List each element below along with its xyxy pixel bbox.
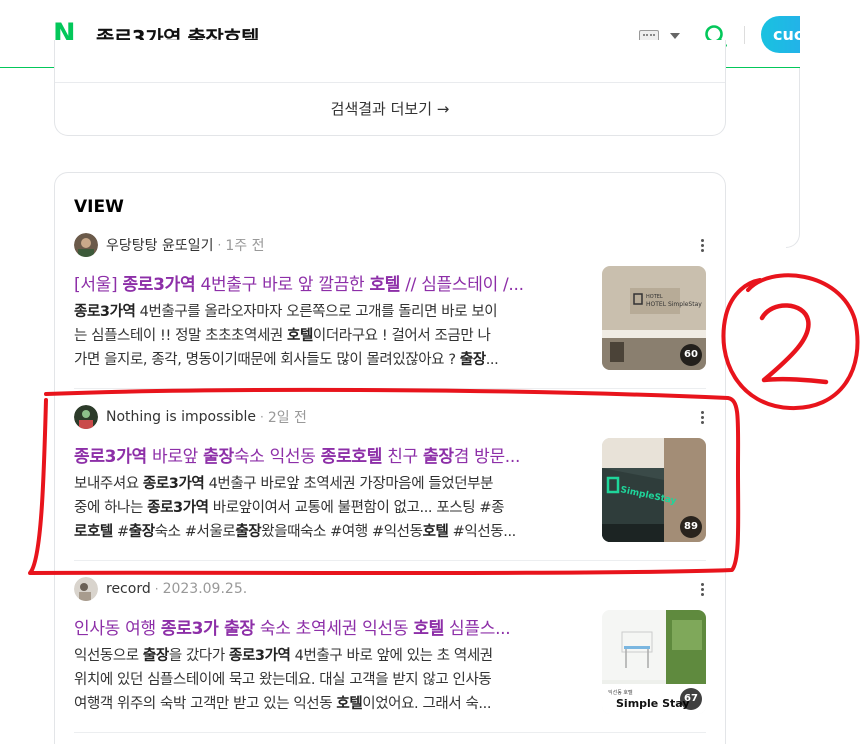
divider bbox=[55, 82, 725, 83]
view-section: VIEW 우당탕탕 윤또일기 · 1주 전 [서울] 종로3가역 4번출구 바로… bbox=[54, 172, 726, 744]
photo-count-badge: 89 bbox=[680, 516, 702, 538]
view-post: record · 2023.09.25. 인사동 여행 종로3가 출장 숙소 초… bbox=[74, 577, 706, 717]
author-name[interactable]: record bbox=[106, 581, 151, 597]
post-meta: record · 2023.09.25. bbox=[74, 577, 247, 601]
previous-results-card: 검색결과 더보기 → bbox=[54, 40, 726, 136]
divider bbox=[74, 560, 706, 561]
photo-count-badge: 67 bbox=[680, 688, 702, 710]
author-name[interactable]: 우당탕탕 윤또일기 bbox=[106, 235, 214, 255]
more-options-icon[interactable] bbox=[701, 583, 705, 597]
divider bbox=[74, 732, 706, 733]
post-title[interactable]: 종로3가역 바로앞 출장숙소 익선동 종로호텔 친구 출장겸 방문... bbox=[74, 442, 584, 467]
post-title[interactable]: 인사동 여행 종로3가 출장 숙소 초역세권 익선동 호텔 심플스... bbox=[74, 614, 584, 639]
meta-separator: · bbox=[154, 582, 159, 596]
avatar[interactable] bbox=[74, 405, 98, 429]
svg-text:HOTEL: HOTEL bbox=[646, 294, 663, 300]
section-title: VIEW bbox=[74, 197, 124, 217]
post-description[interactable]: 익선동으로 출장을 갔다가 종로3가역 4번출구 바로 앞에 있는 초 역세권 … bbox=[74, 644, 586, 716]
post-description[interactable]: 종로3가역 4번출구를 올라오자마자 오른쪽으로 고개를 돌리면 바로 보이 는… bbox=[74, 300, 586, 372]
svg-text:Simple Stay: Simple Stay bbox=[616, 697, 690, 710]
header-divider bbox=[744, 26, 745, 44]
svg-text:익선동 호텔: 익선동 호텔 bbox=[608, 689, 633, 696]
meta-separator: · bbox=[259, 410, 264, 424]
post-thumbnail[interactable]: HOTEL HOTEL SimpleStay 60 bbox=[602, 266, 706, 370]
post-title[interactable]: [서울] 종로3가역 4번출구 바로 앞 깔끔한 호텔 // 심플스테이 /..… bbox=[74, 270, 584, 295]
post-time: 1주 전 bbox=[225, 238, 265, 254]
post-description[interactable]: 보내주셔요 종로3가역 4번출구 바로앞 초역세권 가장마음에 들었던부분 중에… bbox=[74, 472, 586, 544]
post-thumbnail[interactable]: SimpleStay 89 bbox=[602, 438, 706, 542]
avatar[interactable] bbox=[74, 577, 98, 601]
photo-count-badge: 60 bbox=[680, 344, 702, 366]
post-meta: Nothing is impossible · 2일 전 bbox=[74, 405, 307, 429]
meta-separator: · bbox=[217, 238, 222, 252]
post-thumbnail[interactable]: 익선동 호텔 Simple Stay 67 bbox=[602, 610, 706, 714]
svg-text:HOTEL SimpleStay: HOTEL SimpleStay bbox=[646, 301, 702, 308]
chevron-down-icon[interactable] bbox=[670, 33, 680, 39]
view-post: Nothing is impossible · 2일 전 종로3가역 바로앞 출… bbox=[74, 405, 706, 545]
post-meta: 우당탕탕 윤또일기 · 1주 전 bbox=[74, 233, 264, 257]
post-time: 2023.09.25. bbox=[162, 581, 248, 597]
view-post: 우당탕탕 윤또일기 · 1주 전 [서울] 종로3가역 4번출구 바로 앞 깔끔… bbox=[74, 233, 706, 373]
more-results-link[interactable]: 검색결과 더보기 → bbox=[55, 98, 725, 119]
avatar[interactable] bbox=[74, 233, 98, 257]
right-gutter bbox=[800, 0, 863, 744]
more-options-icon[interactable] bbox=[701, 239, 705, 253]
more-options-icon[interactable] bbox=[701, 411, 705, 425]
side-panel bbox=[786, 68, 800, 248]
divider bbox=[74, 388, 706, 389]
post-time: 2일 전 bbox=[267, 410, 307, 426]
author-name[interactable]: Nothing is impossible bbox=[106, 409, 256, 425]
